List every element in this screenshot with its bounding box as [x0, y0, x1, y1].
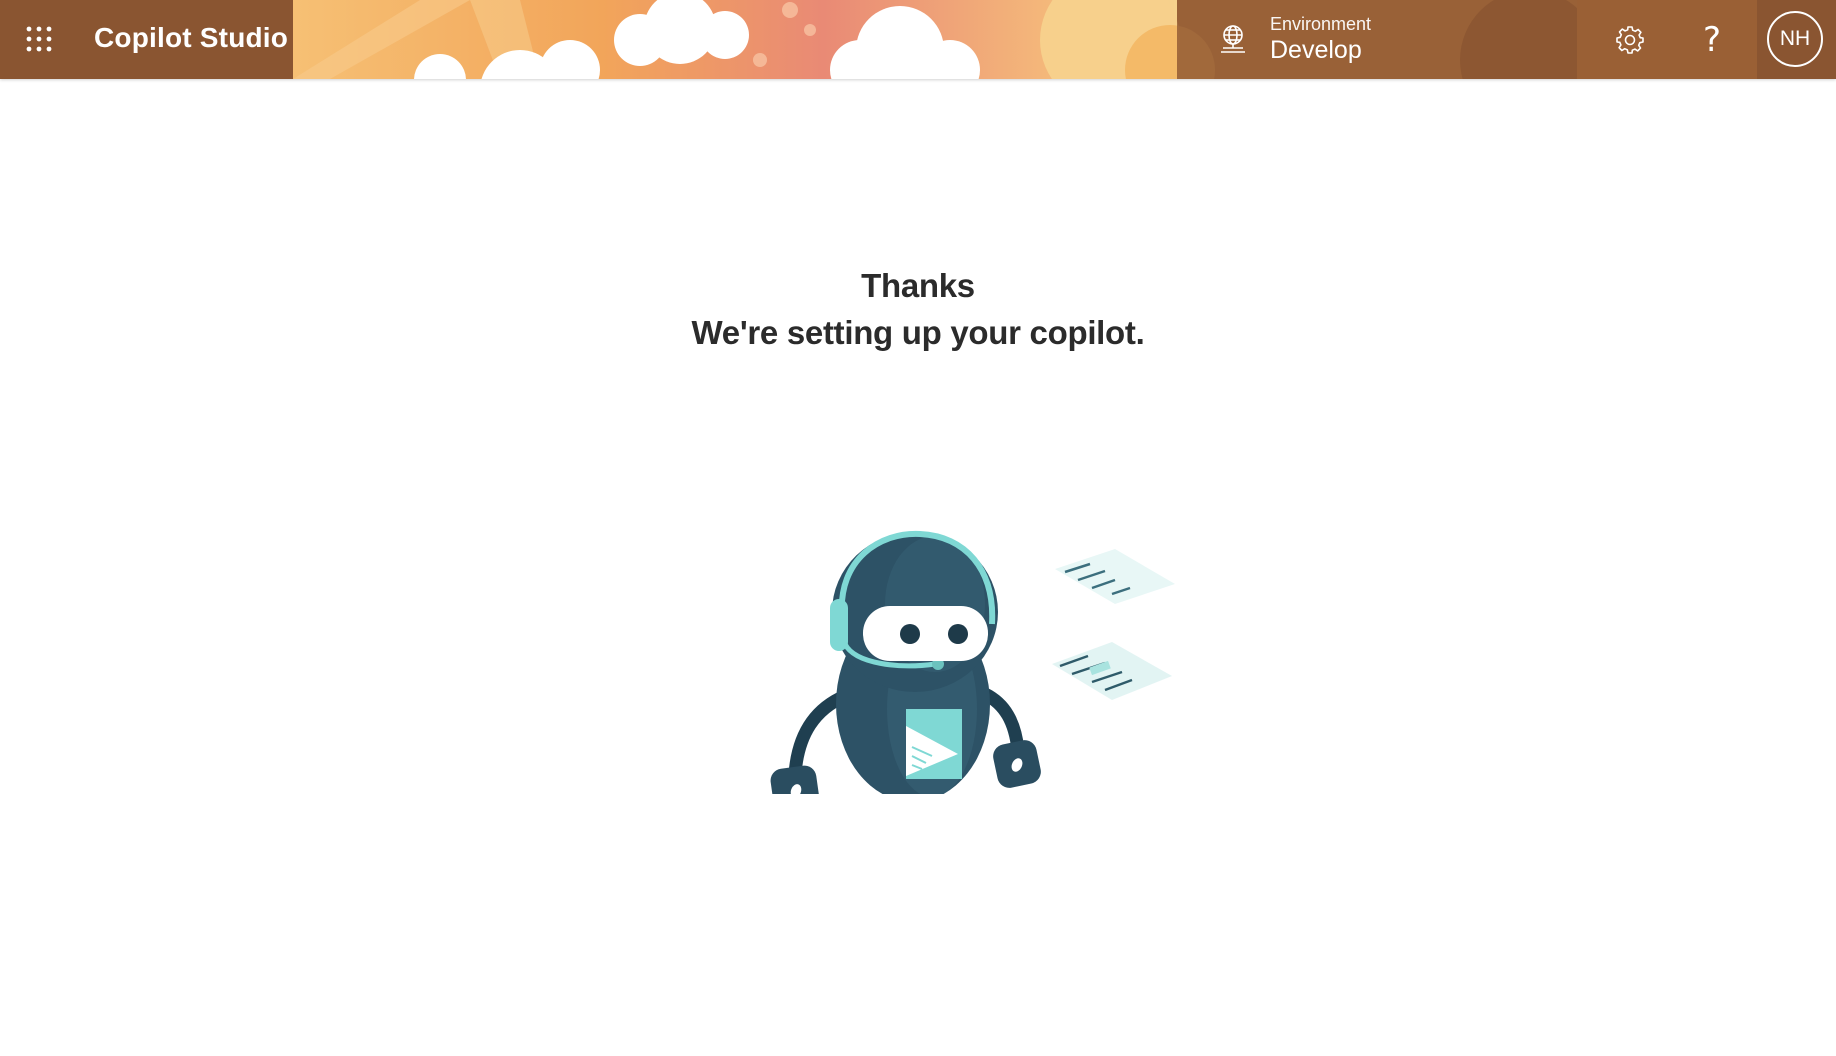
help-button[interactable]: ? [1684, 12, 1740, 68]
environment-value: Develop [1270, 36, 1362, 64]
top-header: Copilot Studio Environment Develop ? NH [0, 0, 1836, 79]
environment-icon-wrap [1210, 16, 1256, 62]
thanks-heading: Thanks [861, 267, 975, 304]
setup-status-text: We're setting up your copilot. [691, 314, 1145, 351]
main-content: Thanks We're setting up your copilot. [0, 79, 1836, 1056]
question-icon: ? [1702, 20, 1722, 60]
environment-text: Environment Develop [1270, 13, 1371, 65]
robot-chest-emblem [906, 709, 962, 779]
document-card-top [1055, 549, 1175, 604]
robot-right-eye [948, 624, 968, 644]
app-launcher-icon [26, 26, 52, 52]
environment-label: Environment [1270, 14, 1372, 34]
gear-icon [1616, 26, 1644, 54]
settings-button[interactable] [1602, 12, 1658, 68]
robot-face-visor [863, 606, 988, 661]
robot-left-eye [900, 624, 920, 644]
document-card-bottom [1052, 642, 1172, 700]
environment-picker[interactable]: Environment Develop [1210, 6, 1450, 72]
user-avatar[interactable]: NH [1767, 11, 1823, 67]
globe-icon [1221, 25, 1245, 53]
app-launcher-button[interactable] [18, 18, 60, 60]
setup-message: Thanks We're setting up your copilot. [0, 264, 1836, 358]
robot-illustration [770, 530, 1175, 794]
app-title[interactable]: Copilot Studio [94, 20, 288, 56]
